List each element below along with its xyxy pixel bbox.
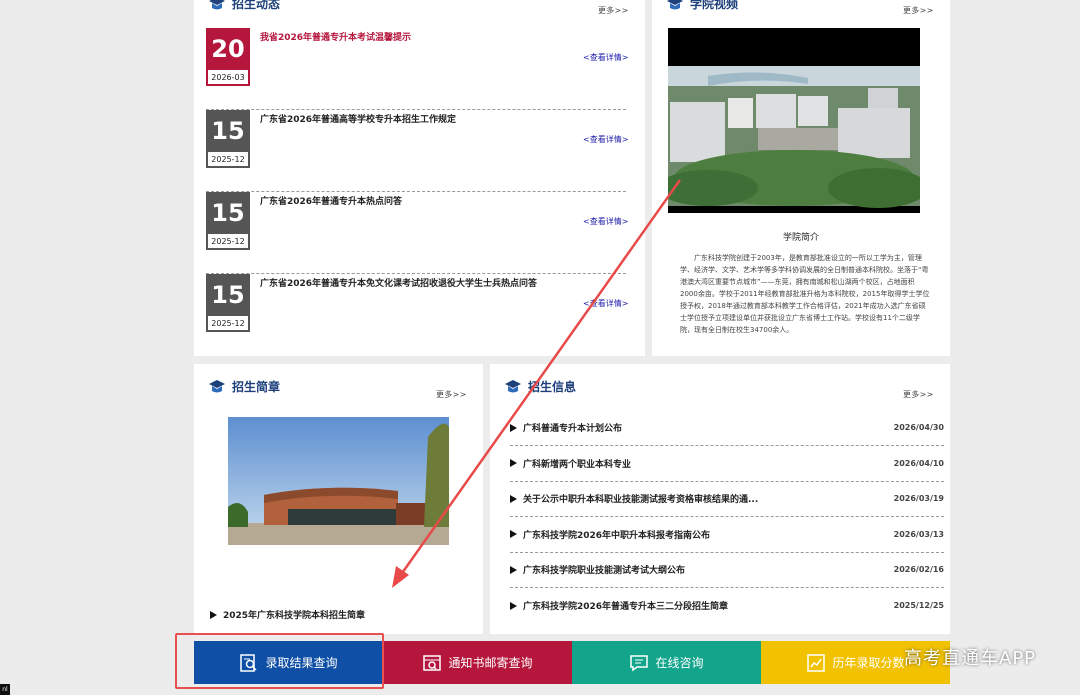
watermark: 高考直通车APP bbox=[904, 648, 1037, 669]
annotation-arrow bbox=[392, 179, 682, 588]
corner-badge: nl bbox=[0, 684, 10, 695]
